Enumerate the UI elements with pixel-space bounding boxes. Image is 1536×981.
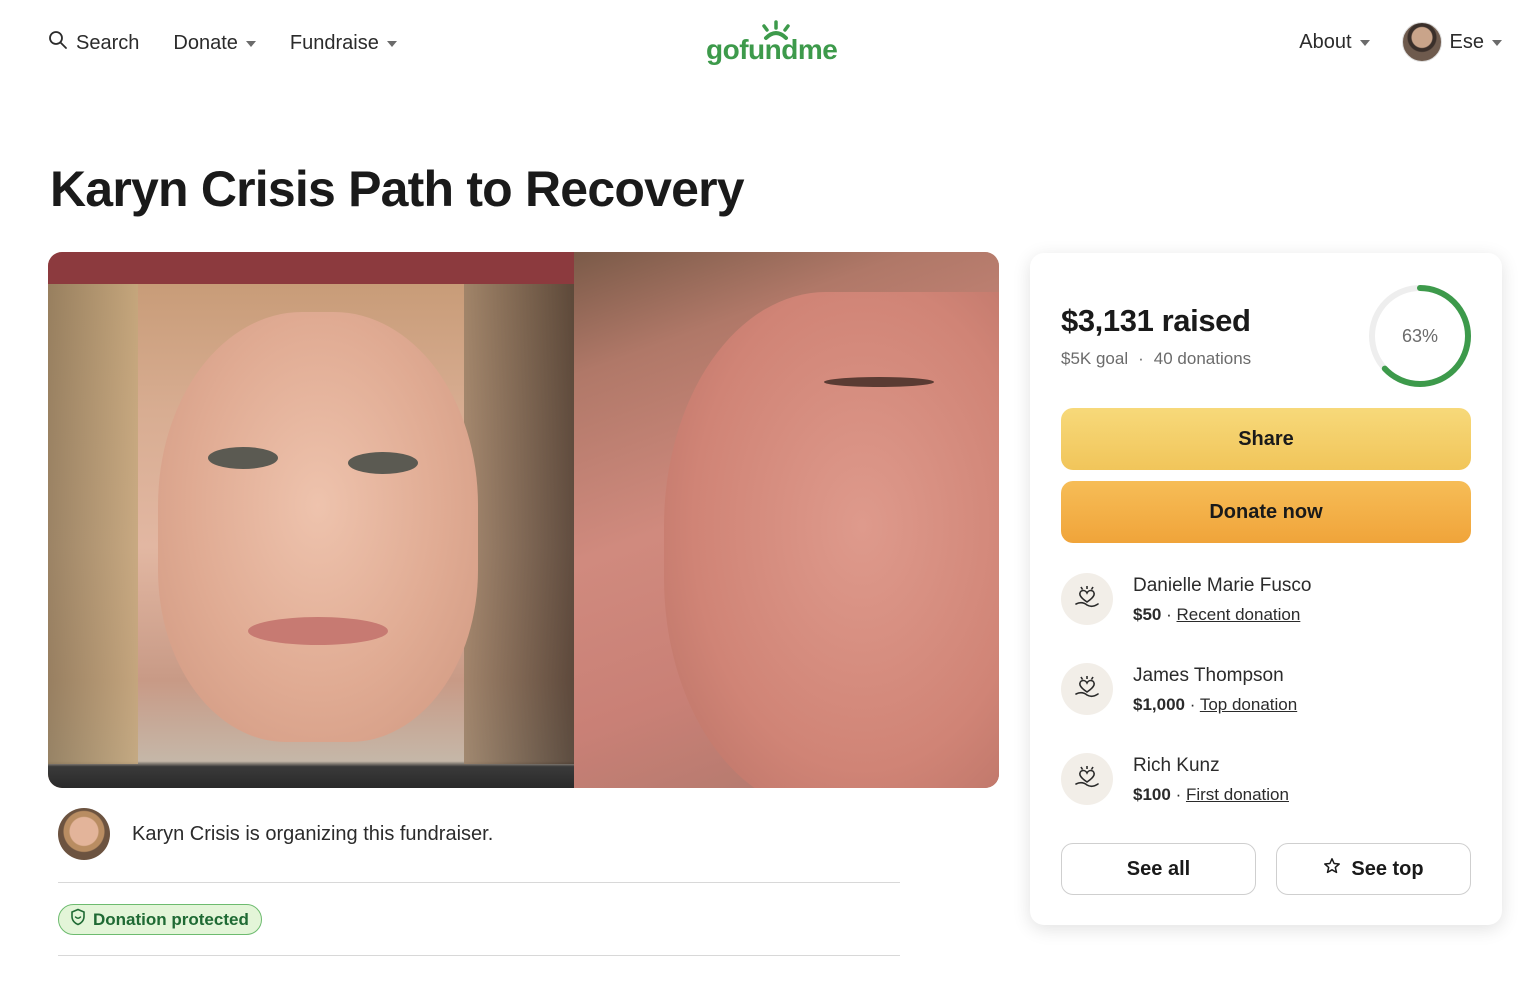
separator-dot: ·	[1189, 695, 1196, 714]
fundraise-menu-label: Fundraise	[289, 31, 379, 54]
goal-text: $5K goal	[1061, 349, 1129, 368]
separator-dot: ·	[1138, 349, 1144, 368]
search-button[interactable]: Search	[48, 30, 139, 56]
separator-dot: ·	[1166, 605, 1172, 624]
separator-dot: ·	[1175, 785, 1182, 804]
heart-hand-icon	[1061, 753, 1113, 805]
see-all-button[interactable]: See all	[1061, 843, 1256, 895]
fundraiser-cover-image	[48, 252, 999, 788]
nav-right: About Ese	[1299, 22, 1502, 62]
badge-label: Donation protected	[93, 909, 249, 929]
cover-photo-left	[48, 252, 574, 788]
nav-left: Search Donate Fundraise	[48, 30, 397, 56]
donation-detail: $1,000 · Top donation	[1133, 695, 1297, 715]
logo-text: gofundme	[706, 34, 838, 65]
see-all-label: See all	[1126, 857, 1191, 880]
donations-count: 40 donations	[1153, 349, 1252, 368]
goal-summary: $5K goal · 40 donations	[1061, 349, 1251, 369]
search-icon	[48, 30, 68, 56]
donation-amount: $50	[1133, 605, 1162, 624]
donation-protected-badge[interactable]: Donation protected	[58, 904, 262, 935]
donation-detail: $100 · First donation	[1133, 785, 1289, 805]
chevron-down-icon	[386, 41, 397, 47]
organizer-row: Karyn Crisis is organizing this fundrais…	[58, 808, 493, 860]
cover-photo-right	[574, 252, 999, 788]
donor-name: Danielle Marie Fusco	[1133, 575, 1312, 596]
donation-detail: $50 · Recent donation	[1133, 605, 1311, 625]
organizer-text: Karyn Crisis is organizing this fundrais…	[132, 822, 494, 845]
donation-item: Danielle Marie Fusco $50 · Recent donati…	[1061, 573, 1311, 625]
user-menu[interactable]: Ese	[1401, 22, 1502, 62]
donation-item: James Thompson $1,000 · Top donation	[1061, 663, 1297, 715]
about-menu-label: About	[1299, 30, 1352, 53]
donation-type-link[interactable]: Recent donation	[1177, 605, 1301, 624]
divider	[58, 955, 900, 956]
donation-type-link[interactable]: Top donation	[1200, 695, 1297, 714]
page-title: Karyn Crisis Path to Recovery	[50, 161, 745, 217]
chevron-down-icon	[1492, 40, 1502, 46]
heart-hand-icon	[1061, 663, 1113, 715]
donor-name: Rich Kunz	[1133, 755, 1220, 776]
user-name: Ese	[1449, 30, 1484, 53]
donate-now-button[interactable]: Donate now	[1061, 481, 1471, 543]
donation-amount: $1,000	[1133, 695, 1185, 714]
donate-menu-label: Donate	[173, 31, 238, 54]
progress-ring: 63%	[1367, 283, 1473, 389]
heart-hand-icon	[1061, 573, 1113, 625]
progress-percent: 63%	[1401, 325, 1439, 346]
chevron-down-icon	[1359, 40, 1370, 46]
shield-icon	[69, 908, 87, 931]
gofundme-logo[interactable]: gofundme	[706, 20, 848, 72]
fundraise-menu[interactable]: Fundraise	[290, 32, 397, 55]
divider	[58, 882, 900, 883]
see-top-button[interactable]: See top	[1276, 843, 1471, 895]
chevron-down-icon	[245, 41, 256, 47]
avatar	[1401, 22, 1442, 62]
share-button[interactable]: Share	[1061, 408, 1471, 470]
donation-card: $3,131 raised $5K goal · 40 donations 63…	[1030, 253, 1502, 925]
donation-item: Rich Kunz $100 · First donation	[1061, 753, 1289, 805]
organizer-avatar[interactable]	[58, 808, 110, 860]
amount-raised: $3,131 raised	[1061, 303, 1251, 338]
donation-type-link[interactable]: First donation	[1186, 785, 1289, 804]
donor-name: James Thompson	[1133, 665, 1284, 686]
donation-amount: $100	[1133, 785, 1171, 804]
star-icon	[1323, 857, 1341, 881]
about-menu[interactable]: About	[1299, 30, 1370, 54]
top-navigation: Search Donate Fundraise gofundme About E…	[0, 0, 1536, 90]
donate-menu[interactable]: Donate	[173, 32, 256, 55]
see-top-label: See top	[1351, 857, 1424, 880]
search-label: Search	[76, 31, 140, 54]
